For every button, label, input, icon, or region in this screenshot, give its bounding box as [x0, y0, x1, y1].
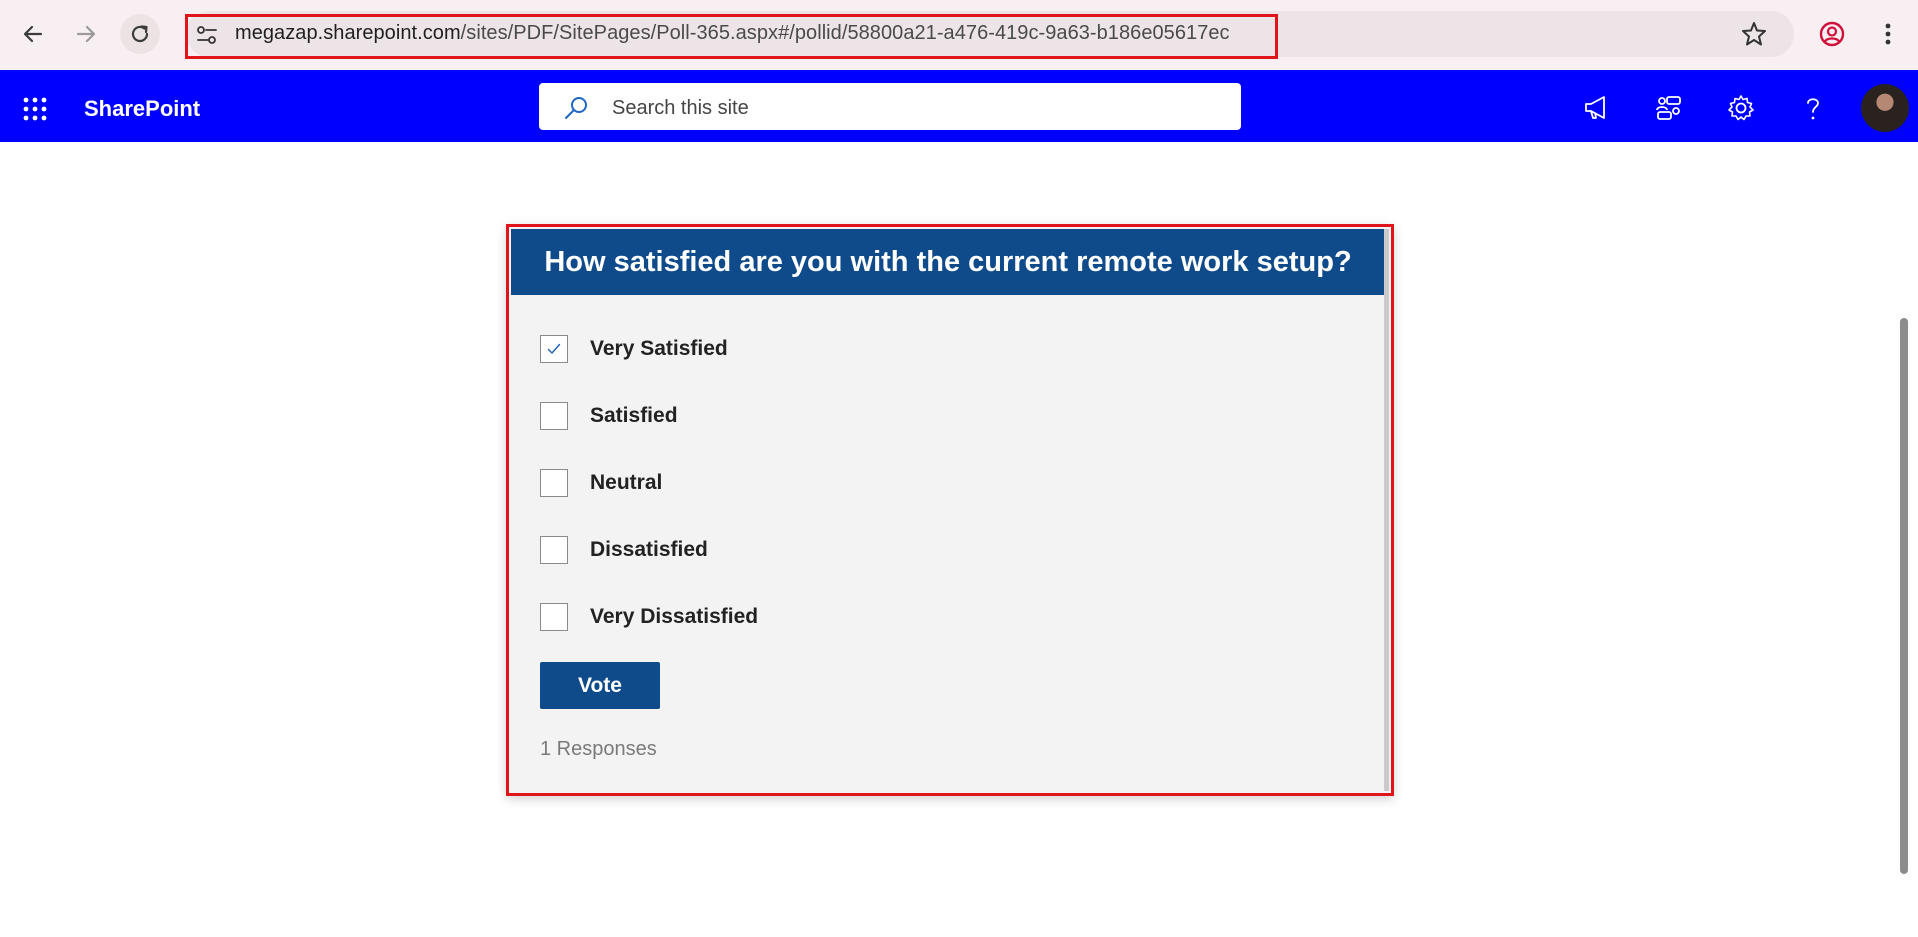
app-launcher-button[interactable]: [22, 96, 48, 122]
megaphone-icon: [1585, 96, 1605, 119]
browser-menu-button[interactable]: [1876, 20, 1900, 48]
reload-button[interactable]: [120, 14, 160, 54]
poll-highlight-box: [506, 224, 1394, 796]
back-arrow-icon: [23, 25, 43, 43]
help-button[interactable]: [1798, 93, 1828, 123]
profile-button[interactable]: [1818, 20, 1846, 48]
page-scrollbar[interactable]: [1900, 318, 1908, 874]
forward-button[interactable]: [66, 14, 106, 54]
sharepoint-brand-link[interactable]: SharePoint: [84, 96, 200, 122]
star-icon: [1742, 22, 1766, 46]
help-icon: [1807, 98, 1819, 120]
search-icon: [563, 95, 589, 121]
news-button[interactable]: [1582, 93, 1612, 123]
profile-icon: [1819, 21, 1845, 47]
settings-button[interactable]: [1726, 93, 1756, 123]
activity-button[interactable]: [1654, 93, 1684, 123]
bookmark-star-button[interactable]: [1740, 20, 1768, 48]
reload-icon: [131, 25, 149, 43]
gear-icon: [1728, 95, 1754, 121]
app-launcher-icon: [23, 97, 47, 121]
forward-arrow-icon: [76, 25, 96, 43]
search-input[interactable]: [610, 93, 1214, 123]
activity-icon: [1656, 96, 1681, 120]
url-highlight-box: [185, 14, 1278, 59]
kebab-menu-icon: [1885, 23, 1891, 45]
back-button[interactable]: [13, 14, 53, 54]
avatar[interactable]: [1861, 84, 1909, 132]
